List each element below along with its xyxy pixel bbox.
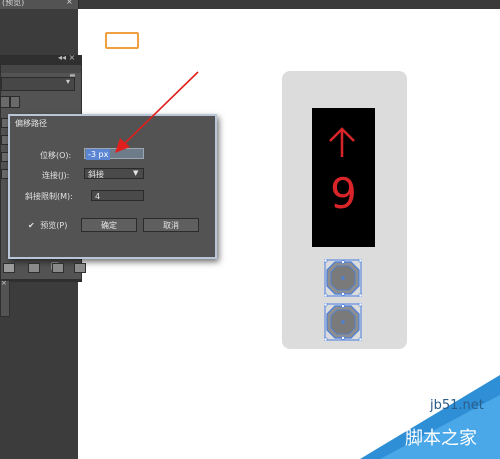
cancel-button[interactable]: 取消 [143, 218, 199, 232]
panel-button[interactable] [0, 96, 10, 108]
offset-focus-ring [105, 32, 139, 49]
ok-button[interactable]: 确定 [81, 218, 137, 232]
joins-value: 斜接 [88, 170, 104, 179]
close-icon[interactable]: × [1, 279, 7, 287]
document-tab[interactable]: (预览) × [0, 0, 79, 9]
preview-checkbox[interactable]: ✔ 预览(P) [28, 220, 67, 231]
panel-dropdown[interactable]: ▾ [1, 77, 75, 91]
miter-limit-input[interactable]: 4 [91, 190, 144, 201]
panel-tab-strip: ≡ [1, 65, 81, 80]
align-icon[interactable] [28, 263, 40, 273]
offset-label: 位移(O): [40, 151, 72, 160]
up-arrow-icon [329, 127, 355, 157]
chevron-down-icon: ▾ [66, 77, 71, 86]
checkmark-icon: ✔ [28, 221, 35, 230]
chevron-down-icon: ▼ [133, 169, 139, 177]
document-tab-label: (预览) [2, 0, 25, 7]
align-icon[interactable] [74, 263, 86, 273]
panel-collapse-icon[interactable]: ◂◂ × [58, 53, 75, 62]
floor-number: 9 [330, 169, 357, 218]
call-button-down[interactable] [324, 303, 362, 341]
close-tab-icon[interactable]: × [66, 0, 73, 6]
align-icon[interactable] [52, 263, 64, 273]
joins-select[interactable]: 斜接 ▼ [84, 168, 144, 179]
annotation-arrow [115, 71, 199, 153]
joins-label: 连接(J): [42, 171, 70, 180]
preview-label: 预览(P) [40, 221, 68, 230]
side-panel-collapsed: × [0, 279, 10, 317]
miter-limit-value: 4 [95, 192, 101, 201]
watermark-url: jb51.net [430, 398, 484, 413]
align-icon[interactable] [3, 263, 15, 273]
panel-footer [1, 279, 81, 282]
panel-button[interactable] [10, 96, 20, 108]
call-button-up[interactable] [324, 259, 362, 297]
miter-limit-label: 斜接限制(M): [25, 192, 73, 201]
watermark-site-name: 脚本之家 [405, 428, 477, 449]
panel-header: ◂◂ × [1, 53, 81, 65]
dialog-title: 偏移路径 [15, 119, 47, 128]
